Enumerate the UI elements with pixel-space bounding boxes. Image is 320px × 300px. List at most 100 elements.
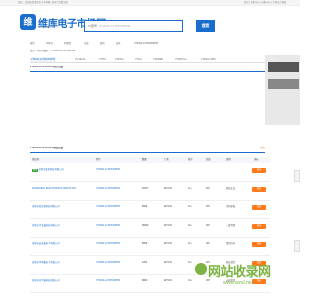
description: 现货库存 bbox=[226, 243, 236, 245]
welcome-text: 您好，欢迎来到维库电子市场网 | 登录 | 免费注册 bbox=[18, 1, 68, 4]
supplier-text[interactable]: 深圳市佳宇鑫科技有限公司 bbox=[32, 280, 60, 282]
quantity: 36000 bbox=[142, 224, 149, 227]
watermark-icon bbox=[195, 263, 207, 275]
nav-item[interactable]: VT200F-12.5PF20PPM bbox=[134, 43, 158, 46]
column-header: 批号 bbox=[188, 158, 193, 161]
tab-item[interactable]: VT121 bbox=[134, 57, 143, 62]
part-number[interactable]: VT200F-12.5PF20PPM bbox=[96, 262, 120, 265]
supplier-name[interactable]: 深圳市佳宇鑫科技有限公司 bbox=[32, 280, 94, 283]
tab-item[interactable]: VT200-F-09TC bbox=[200, 57, 217, 62]
ad-image-2 bbox=[268, 79, 299, 89]
package: DIP bbox=[206, 224, 210, 227]
supplier-text[interactable]: 深圳市华明鑫电子有限公司 bbox=[32, 262, 60, 264]
top-links[interactable]: 首页 | 买家中心 | 卖家中心 | 手机站 | 客服 bbox=[244, 2, 286, 5]
supplier-text[interactable]: 深圳市远达鑫电子有限公司 bbox=[32, 243, 60, 245]
tab-item[interactable]: VT200MK bbox=[152, 57, 164, 62]
supplier-text[interactable]: 深圳市创芯源科技有限公司 bbox=[32, 206, 60, 208]
supplier-name[interactable]: 现货深圳市亚美科技有限公司 bbox=[32, 169, 94, 172]
description: 全新原装 bbox=[226, 206, 236, 208]
nav-item[interactable]: 社区 bbox=[116, 43, 121, 46]
inquire-button[interactable]: 询价 bbox=[252, 242, 266, 247]
ad-banner[interactable]: 广告 bbox=[265, 55, 300, 125]
nav-item[interactable]: IC型号 bbox=[46, 43, 53, 46]
part-number[interactable]: VT200F-12.5PF20PPM bbox=[96, 280, 120, 283]
supplier-text[interactable]: WAKEFIELD ELECTRONICS GROUP LTD bbox=[32, 188, 76, 190]
watermark: 网站收录网 www.wzsl.net bbox=[195, 258, 305, 298]
tab-item[interactable]: VT200H-G- bbox=[174, 57, 188, 62]
manufacturer: EPSON bbox=[164, 243, 173, 245]
nav-item[interactable]: IC现货 bbox=[64, 43, 71, 46]
table-row[interactable]: 深圳市华业鑫科技有限公司 VT200F-12.5PF20PPM 36000 EPSON… bbox=[30, 220, 270, 238]
offers-title-text: VT200F-12.5PF20PPM供应信息 bbox=[30, 147, 64, 149]
quantity: 6800 bbox=[142, 280, 148, 282]
supplier-name[interactable]: 深圳市远达鑫电子有限公司 bbox=[32, 243, 94, 246]
description: 原装正品 bbox=[226, 187, 236, 190]
package: DIP bbox=[206, 243, 210, 245]
column-header: 询价 bbox=[254, 158, 259, 161]
supplier-name[interactable]: WAKEFIELD ELECTRONICS GROUP LTD bbox=[32, 188, 94, 191]
lot-number: 21+ bbox=[188, 243, 192, 245]
manufacturer: EPSON bbox=[164, 224, 173, 227]
table-row[interactable]: 现货深圳市亚美科技有限公司 VT200F-12.5PF20PPM 询价 bbox=[30, 164, 270, 182]
more-offers-link[interactable]: 更多 bbox=[260, 147, 265, 150]
inquire-button[interactable]: 询价 bbox=[252, 205, 266, 210]
ad-image bbox=[268, 62, 299, 72]
supplier-name[interactable]: 深圳市华业鑫科技有限公司 bbox=[32, 225, 94, 228]
ad-label: 广告 bbox=[271, 58, 277, 61]
nav-item[interactable]: 方案 bbox=[84, 43, 89, 46]
quantity: 18477 bbox=[142, 187, 149, 190]
column-header: 厂商 bbox=[164, 158, 169, 161]
logo-mark-icon: 维 bbox=[20, 14, 36, 30]
watermark-text: 网站收录网 bbox=[208, 264, 271, 279]
part-number[interactable]: VT200F-12.5PF20PPM bbox=[96, 169, 120, 172]
lot-number: 20+ bbox=[188, 224, 192, 227]
search-box[interactable]: IC型号 VT200F-12.5PF20PPM bbox=[84, 20, 183, 32]
supplier-text[interactable]: 深圳市亚美科技有限公司 bbox=[38, 169, 63, 171]
side-float-button[interactable] bbox=[294, 170, 300, 182]
manufacturer: EPSON bbox=[164, 261, 173, 264]
nav-item[interactable]: 资讯 bbox=[100, 43, 105, 46]
table-row[interactable]: WAKEFIELD ELECTRONICS GROUP LTD VT200F-12… bbox=[30, 183, 270, 201]
tab-item[interactable]: VT200-F bbox=[114, 57, 125, 62]
watermark-url: www.wzsl.net bbox=[223, 280, 254, 286]
column-header: 型号 bbox=[96, 158, 101, 161]
table-row[interactable]: 深圳市创芯源科技有限公司 VT200F-12.5PF20PPM 9000 EPSON 2… bbox=[30, 201, 270, 219]
search-category-select[interactable]: IC型号 bbox=[88, 24, 97, 28]
lot-number: 22+ bbox=[188, 206, 192, 208]
column-header: 供应商 bbox=[32, 158, 39, 161]
table-row[interactable]: 深圳市远达鑫电子有限公司 VT200F-12.5PF20PPM 5000 EPSON 2… bbox=[30, 238, 270, 256]
logo-tagline: www.dzsc.com bbox=[38, 27, 54, 29]
package: DIP bbox=[206, 206, 210, 208]
part-number[interactable]: VT200F-12.5PF20PPM bbox=[96, 206, 120, 209]
manufacturer: EPSON bbox=[164, 206, 173, 208]
manufacturer: EPSON bbox=[164, 280, 173, 282]
chip-info-title: VT200F-12.5PF20PPM芯片信息 bbox=[30, 66, 265, 72]
tab-item[interactable]: VT200F-12.5PF20PPM bbox=[30, 57, 56, 62]
part-number[interactable]: VT200F-12.5PF20PPM bbox=[96, 225, 120, 228]
related-tabs: VT200F-12.5PF20PPM VT-200-FL VT151 VT200-F V… bbox=[30, 57, 285, 63]
quantity: 9000 bbox=[142, 206, 148, 208]
inquire-button[interactable]: 询价 bbox=[252, 186, 266, 192]
part-number[interactable]: VT200F-12.5PF20PPM bbox=[96, 188, 120, 191]
supplier-name[interactable]: 深圳市华明鑫电子有限公司 bbox=[32, 262, 94, 265]
package: DIP bbox=[206, 187, 210, 190]
quantity: 1254 bbox=[142, 261, 148, 264]
table-header: 供应商 型号 数量 厂商 批号 封装 说明 询价 bbox=[30, 157, 270, 163]
lot-number: 23+ bbox=[188, 280, 192, 282]
nav-item[interactable]: 首页 bbox=[30, 43, 35, 46]
tab-item[interactable]: VT151 bbox=[98, 57, 107, 62]
tab-item[interactable]: VT-200-FL bbox=[74, 57, 87, 62]
inquire-button[interactable]: 询价 bbox=[252, 223, 266, 229]
breadcrumb[interactable]: 首页 > 电子元器件 > VT200F-12.5PF20PPM bbox=[30, 50, 270, 54]
lot-number: 21+ bbox=[188, 187, 192, 190]
supplier-name[interactable]: 深圳市创芯源科技有限公司 bbox=[32, 206, 94, 209]
search-input[interactable]: VT200F-12.5PF20PPM bbox=[99, 24, 130, 28]
quantity: 5000 bbox=[142, 243, 148, 245]
side-float-button[interactable] bbox=[294, 240, 300, 252]
supplier-text[interactable]: 深圳市华业鑫科技有限公司 bbox=[32, 225, 60, 227]
inquire-button[interactable]: 询价 bbox=[252, 168, 266, 173]
manufacturer: EPSON bbox=[164, 187, 173, 190]
part-number[interactable]: VT200F-12.5PF20PPM bbox=[96, 243, 120, 246]
offers-title: VT200F-12.5PF20PPM供应信息 更多 bbox=[30, 147, 265, 153]
search-button[interactable]: 搜索 bbox=[196, 20, 215, 32]
